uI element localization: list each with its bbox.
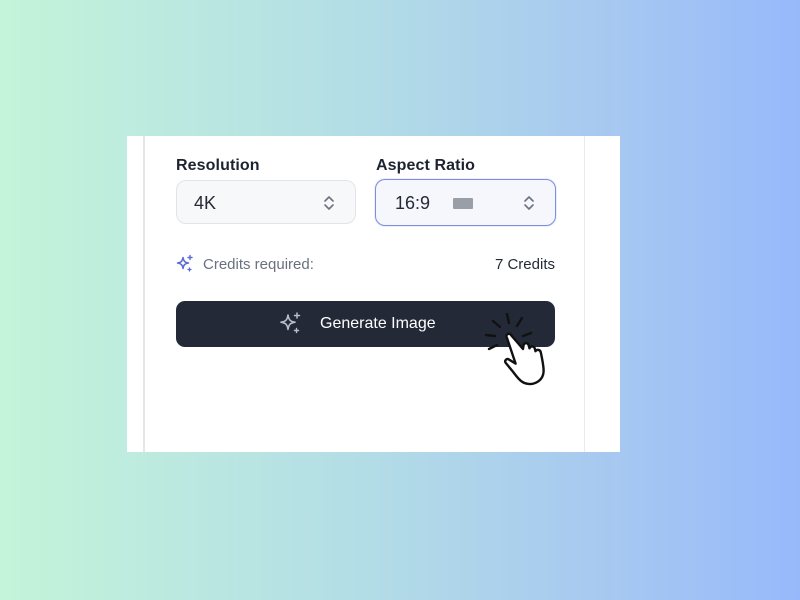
chevron-up-down-icon	[324, 196, 334, 210]
credits-required-value: 7 Credits	[494, 256, 555, 273]
chevron-up-down-icon	[524, 196, 534, 210]
aspect-ratio-label: Aspect Ratio	[376, 157, 475, 174]
resolution-value: 4K	[194, 193, 217, 213]
pointing-hand-click-icon	[484, 312, 545, 386]
sparkle-icon	[280, 312, 301, 334]
resolution-select[interactable]: 4K	[176, 180, 356, 224]
aspect-ratio-preview-icon	[453, 198, 473, 209]
resolution-label: Resolution	[176, 157, 260, 174]
credits-required-label: Credits required:	[203, 256, 314, 273]
generation-settings-panel: Resolution 4K Aspect Ratio 16:9 Credits …	[127, 136, 620, 452]
aspect-ratio-value: 16:9	[395, 193, 431, 213]
aspect-ratio-select[interactable]: 16:9	[375, 179, 556, 226]
panel-divider-right	[584, 136, 585, 452]
panel-divider-left	[143, 136, 145, 452]
generate-image-label: Generate Image	[320, 315, 436, 332]
sparkle-icon	[176, 254, 193, 272]
credits-row: Credits required: 7 Credits	[175, 254, 555, 274]
